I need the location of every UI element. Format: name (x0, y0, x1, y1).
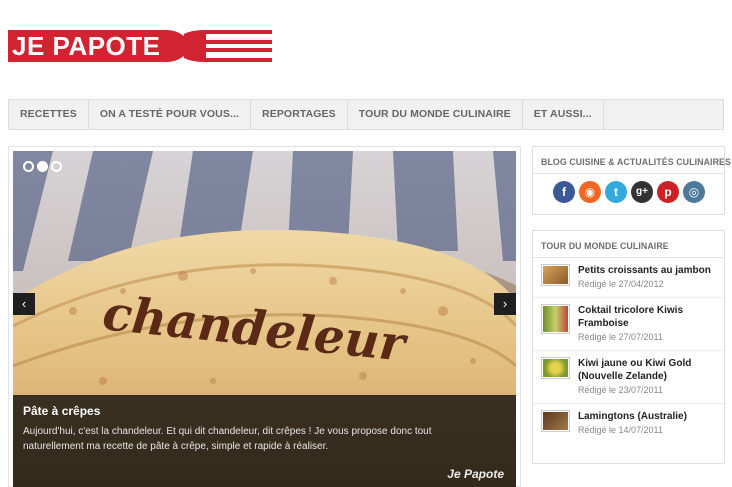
site-logo[interactable]: JE PAPOTE (8, 20, 272, 72)
slide[interactable]: chandeleur ‹ › Pâte à crêpes Aujourd'hui… (13, 151, 516, 487)
chevron-right-icon: › (502, 296, 508, 311)
google-plus-icon[interactable]: g+ (631, 181, 653, 203)
rss-icon[interactable]: ◉ (579, 181, 601, 203)
slide-caption: Pâte à crêpes Aujourd'hui, c'est la chan… (13, 395, 516, 487)
featured-slider: chandeleur ‹ › Pâte à crêpes Aujourd'hui… (8, 146, 521, 487)
slide-description: Aujourd'hui, c'est la chandeleur. Et qui… (23, 426, 432, 452)
slider-dot-2[interactable] (37, 161, 48, 172)
list-item: Lamingtons (Australie) Rédigé le 14/07/2… (533, 404, 724, 443)
post-title-link[interactable]: Lamingtons (Australie) (578, 410, 716, 423)
tour-widget: TOUR DU MONDE CULINAIRE Petits croissant… (532, 230, 725, 464)
post-title-link[interactable]: Petits croissants au jambon (578, 264, 716, 277)
social-widget-title: BLOG CUISINE & ACTUALITÉS CULINAIRES (533, 147, 731, 174)
chevron-left-icon: ‹ (21, 296, 27, 311)
nav-item-recettes[interactable]: RECETTES (9, 100, 89, 129)
post-thumbnail[interactable] (541, 410, 570, 432)
post-date: Rédigé le 14/07/2011 (578, 425, 663, 435)
twitter-icon[interactable]: t (605, 181, 627, 203)
post-thumbnail[interactable] (541, 357, 570, 379)
post-thumbnail[interactable] (541, 264, 570, 286)
slider-dot-3[interactable] (51, 161, 62, 172)
slider-next-button[interactable]: › (494, 293, 516, 315)
list-item: Coktail tricolore Kiwis Framboise Rédigé… (533, 298, 724, 351)
post-thumbnail[interactable] (541, 304, 570, 334)
logo-text: JE PAPOTE (12, 31, 161, 61)
list-item: Kiwi jaune ou Kiwi Gold (Nouvelle Zeland… (533, 351, 724, 404)
post-date: Rédigé le 27/04/2012 (578, 279, 664, 289)
facebook-icon[interactable]: f (553, 181, 575, 203)
tour-widget-title: TOUR DU MONDE CULINAIRE (533, 231, 724, 258)
slider-dot-1[interactable] (23, 161, 34, 172)
pinterest-icon[interactable]: p (657, 181, 679, 203)
nav-item-on-a-teste[interactable]: ON A TESTÉ POUR VOUS... (89, 100, 252, 129)
list-item: Petits croissants au jambon Rédigé le 27… (533, 258, 724, 298)
post-date: Rédigé le 27/07/2011 (578, 332, 663, 342)
post-title-link[interactable]: Coktail tricolore Kiwis Framboise (578, 304, 716, 330)
photo-watermark: Je Papote (447, 467, 504, 481)
instagram-icon[interactable]: ◎ (683, 181, 705, 203)
slide-title[interactable]: Pâte à crêpes (23, 404, 506, 418)
slider-prev-button[interactable]: ‹ (13, 293, 35, 315)
nav-item-et-aussi[interactable]: ET AUSSI... (523, 100, 604, 129)
post-date: Rédigé le 23/07/2011 (578, 385, 663, 395)
nav-item-tour-du-monde[interactable]: TOUR DU MONDE CULINAIRE (348, 100, 523, 129)
main-nav: RECETTES ON A TESTÉ POUR VOUS... REPORTA… (8, 99, 724, 130)
social-icons: f ◉ t g+ p ◎ (533, 174, 724, 203)
slider-dots (23, 161, 62, 172)
nav-item-reportages[interactable]: REPORTAGES (251, 100, 348, 129)
post-title-link[interactable]: Kiwi jaune ou Kiwi Gold (Nouvelle Zeland… (578, 357, 716, 383)
social-widget: BLOG CUISINE & ACTUALITÉS CULINAIRES f ◉… (532, 146, 731, 215)
